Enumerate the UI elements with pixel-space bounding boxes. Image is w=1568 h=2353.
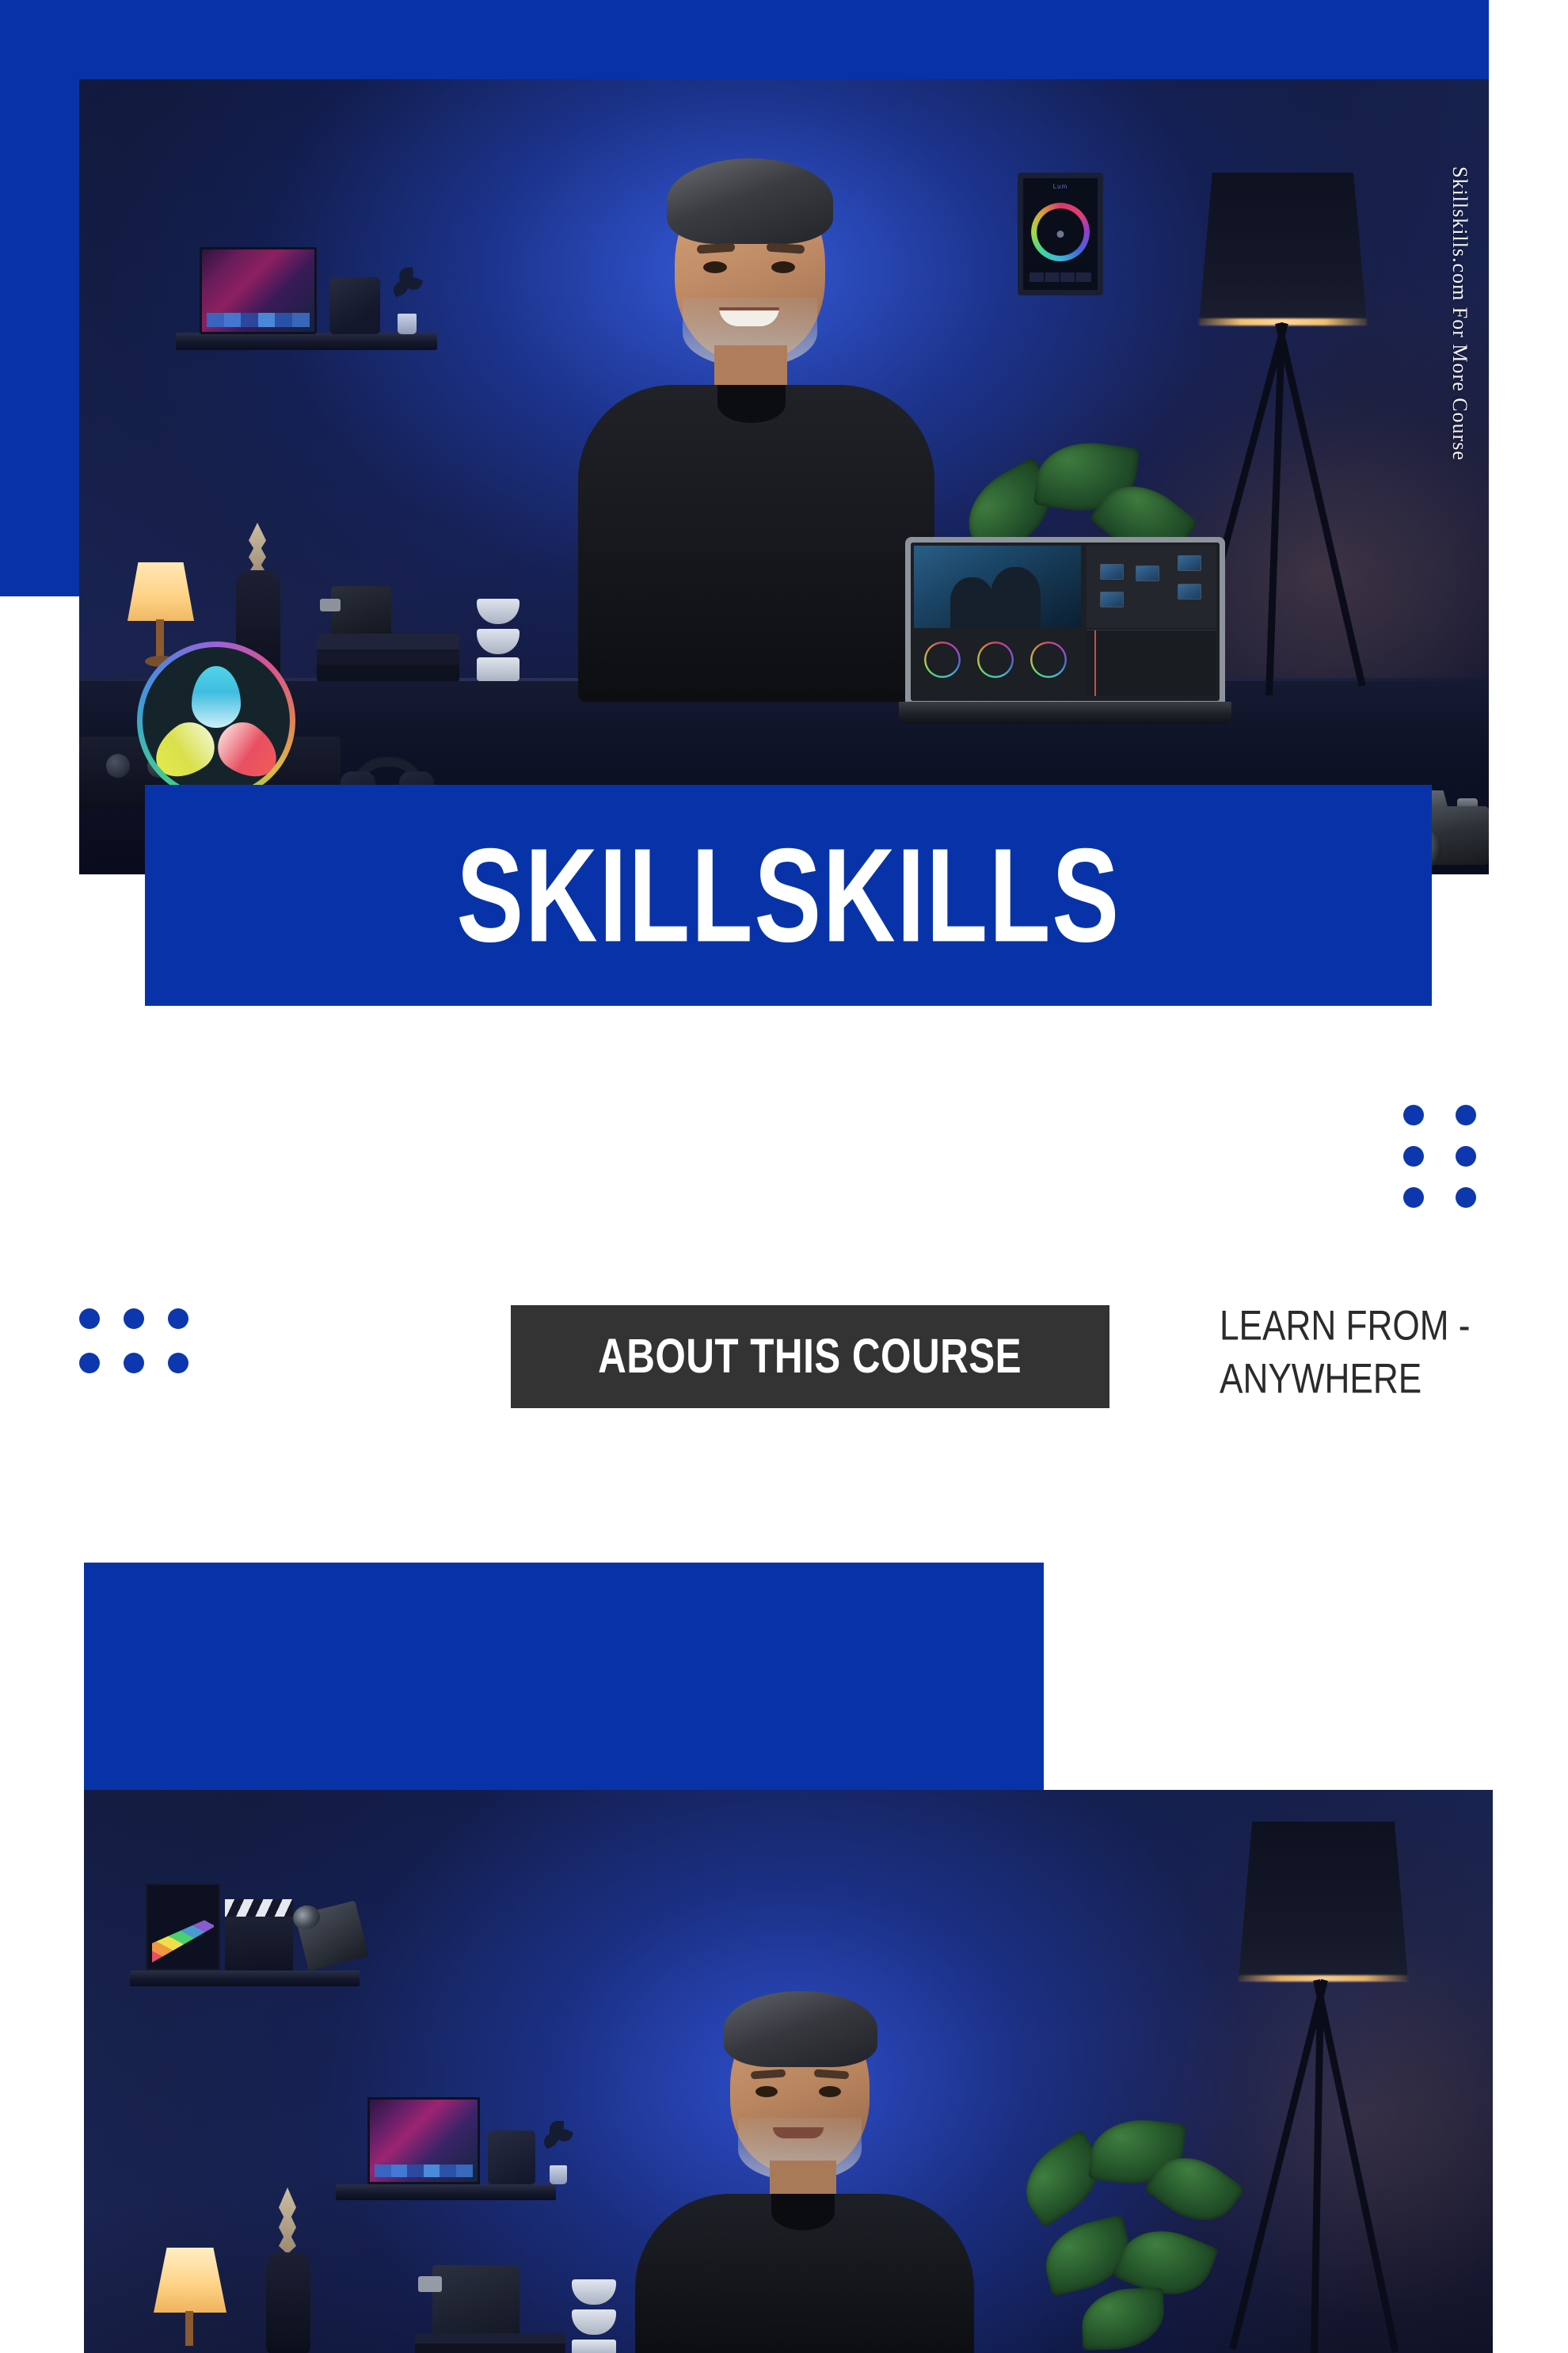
second-studio-photo — [84, 1790, 1493, 2353]
lower-blue-block — [84, 1563, 1044, 1790]
hero-shelf-potted-plant — [390, 267, 424, 334]
site-watermark: Skillskills.com For More Course — [1448, 166, 1471, 461]
second-photo-instructor-portrait — [630, 1986, 979, 2353]
brand-banner: SKILLSKILLS — [145, 785, 1432, 1006]
learn-from-anywhere-note: LEARN FROM - ANYWHERE — [1220, 1299, 1524, 1405]
hero-laptop-davinci-resolve — [899, 537, 1231, 727]
wall-art-label: Lum — [1052, 183, 1068, 190]
about-this-course-label: ABOUT THIS COURSE — [598, 1329, 1022, 1384]
second-photo-shelf-speaker — [488, 2130, 535, 2184]
dot — [1456, 1146, 1476, 1167]
dot — [168, 1308, 188, 1329]
dot-grid-left — [79, 1308, 188, 1373]
dot — [1456, 1105, 1476, 1125]
hero-photo: Lum Skillskills.com For More Course — [79, 79, 1489, 874]
dot — [1403, 1105, 1424, 1125]
second-photo-film-poster — [146, 1883, 220, 1970]
resolve-color-wheels — [914, 630, 1081, 696]
dot-grid-right — [1403, 1105, 1476, 1208]
second-photo-lower-shelf — [336, 2184, 556, 2200]
dot — [79, 1353, 100, 1373]
hero-shelf-monitor — [200, 247, 317, 334]
resolve-timeline-panel — [1087, 630, 1216, 696]
dot — [168, 1353, 188, 1373]
hero-shelf-speaker — [329, 277, 380, 334]
second-photo-clapperboard — [225, 1899, 293, 1970]
dot — [1456, 1187, 1476, 1208]
second-photo-floor-lamp — [1216, 1822, 1430, 2353]
laptop-keyboard-base — [899, 702, 1231, 724]
brand-title: SKILLSKILLS — [456, 821, 1121, 970]
hero-instructor-portrait — [570, 150, 942, 702]
second-photo-potted-plant — [541, 2121, 575, 2184]
second-photo-fiddle-leaf-plant — [1009, 2113, 1246, 2353]
color-wheel-center-dot — [1056, 230, 1064, 238]
laptop-screen — [911, 543, 1220, 701]
note-line-1: LEARN FROM - — [1220, 1301, 1471, 1349]
about-this-course-tag: ABOUT THIS COURSE — [511, 1305, 1109, 1408]
dot — [79, 1308, 100, 1329]
second-photo-vintage-camera — [290, 1893, 369, 1971]
second-photo-book-stack — [415, 2333, 565, 2353]
hero-book-stack — [317, 634, 459, 681]
dot — [1403, 1146, 1424, 1167]
davinci-resolve-logo-icon: DaVinci Resolve — [137, 642, 295, 800]
dot — [124, 1308, 144, 1329]
resolve-node-graph — [1087, 546, 1216, 628]
hero-wall-shelf — [176, 333, 437, 350]
hero-ceramic-vessels — [470, 599, 526, 681]
second-photo-shelf-monitor — [367, 2097, 480, 2184]
second-photo-vase-with-dried-stem — [257, 2187, 318, 2353]
second-photo-upper-shelf — [130, 1970, 360, 1986]
second-photo-ceramic-vessels — [567, 2279, 622, 2353]
note-line-2: ANYWHERE — [1220, 1354, 1422, 1402]
poster-page: Lum Skillskills.com For More Course SKIL… — [0, 0, 1568, 2353]
timeline-playhead — [1094, 630, 1097, 696]
dot — [124, 1353, 144, 1373]
hero-desk-camera — [320, 586, 391, 637]
wall-art-value-bar — [1029, 272, 1091, 282]
resolve-viewer-panel — [914, 546, 1081, 628]
dot — [1403, 1187, 1424, 1208]
second-photo-table-lamp — [147, 2248, 234, 2353]
hero-color-wheel-wall-art: Lum — [1018, 173, 1103, 295]
